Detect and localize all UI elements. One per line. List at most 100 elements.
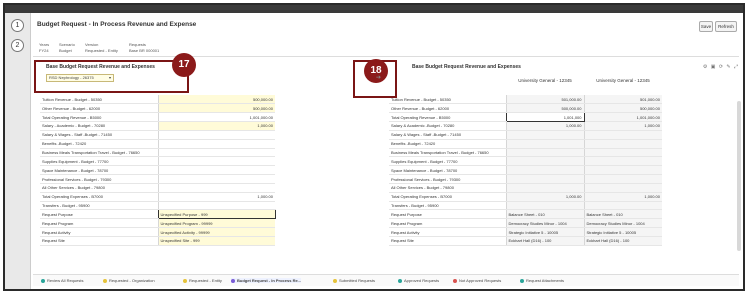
cell-value[interactable] (505, 148, 584, 158)
pov-years[interactable]: Years FY24 (39, 42, 49, 54)
status-dot-icon (398, 278, 402, 283)
cell-value[interactable] (583, 174, 662, 184)
pov-requests[interactable]: Requests Base BR 000001 (129, 42, 159, 54)
cell-value[interactable]: 500,000.00 (505, 103, 584, 114)
cell-value[interactable] (583, 183, 662, 193)
tab-0[interactable]: Review All Requests (41, 278, 83, 283)
cell-value[interactable]: Balance Sheet - 010 (583, 209, 662, 220)
cell-value[interactable]: 1,001,000 (505, 112, 585, 123)
cell-input[interactable] (157, 148, 275, 158)
cell-input[interactable]: 1,000.00 (157, 192, 275, 202)
cell-input[interactable]: 1,000.00 (157, 121, 275, 131)
cell-value[interactable] (583, 156, 662, 167)
cell-input[interactable] (157, 174, 275, 184)
table-row: Total Operating Expenses - B7000 1,000.00… (389, 192, 662, 202)
table-row: Request Site Unspecified Site - 999 (40, 236, 275, 246)
tab-2[interactable]: Requested - Entity (183, 278, 222, 283)
cell-input[interactable]: Unspecified Site - 999 (157, 236, 275, 246)
row-label: Supplies Equipment - Budget - 77700 (40, 156, 158, 167)
cell-value[interactable]: Democracy Studies Minor - 1004 (505, 218, 584, 229)
panel-toolbar-icons[interactable]: ⚙ ▣ ⟳ ✎ ⤢ (703, 64, 739, 70)
tab-1[interactable]: Requested - Organization (103, 278, 155, 283)
row-label: Professional Services - Budget - 79300 (40, 174, 158, 184)
cell-value[interactable]: 1,000.00 (505, 121, 584, 131)
cell-value[interactable]: 1,000.00 (583, 192, 662, 202)
cell-value[interactable]: Strategic Initiative 5 - 10005 (505, 227, 584, 237)
column-header-1: University General - 12345 (518, 78, 572, 83)
cell-value[interactable] (583, 201, 662, 211)
cell-input[interactable]: Unspecified Purpose - 999 (157, 209, 276, 220)
tab-4[interactable]: Submitted Requests (333, 278, 375, 283)
cell-input[interactable]: 1,001,000.00 (157, 112, 275, 123)
cell-input[interactable]: 500,000.00 (157, 95, 275, 105)
cell-input[interactable] (157, 130, 275, 140)
row-label: Salary & Wages - Staff -Budget - 71450 (40, 130, 158, 140)
cell-value[interactable] (505, 139, 584, 149)
cell-value[interactable] (505, 130, 584, 140)
row-label: Request Purpose (40, 209, 158, 220)
cell-value[interactable]: Eckhart Hall (D16) - 100 (505, 236, 584, 246)
cell-value[interactable] (505, 183, 584, 193)
save-button[interactable]: Save (699, 21, 713, 32)
cell-value[interactable]: Eckhart Hall (D16) - 100 (583, 236, 662, 246)
row-label: Tuition Revenue - Budget - 50350 (40, 95, 158, 105)
cell-value[interactable]: Democracy Studies Minor - 1004 (583, 218, 662, 229)
refresh-button[interactable]: Refresh (715, 21, 737, 32)
row-label: Benefits -Budget - 72420 (389, 139, 506, 149)
cell-value[interactable]: 501,000.00 (583, 95, 662, 105)
vertical-scrollbar[interactable] (737, 101, 741, 251)
table-row: Other Revenue - Budget - 62000 500,000.00… (389, 103, 662, 114)
row-label: All Other Services - Budget - 79800 (389, 183, 506, 193)
bottom-tab-bar: Review All Requests Requested - Organizat… (33, 274, 739, 286)
cell-value[interactable] (583, 130, 662, 140)
row-label: Other Revenue - Budget - 62000 (40, 103, 158, 114)
cell-input[interactable] (157, 201, 275, 211)
cell-input[interactable] (157, 139, 275, 149)
cell-value[interactable] (505, 201, 584, 211)
cell-value[interactable] (583, 139, 662, 149)
table-row: Business Meals Transportation Travel - B… (389, 148, 662, 158)
cell-input[interactable]: 500,000.00 (157, 103, 275, 114)
cell-input[interactable] (157, 183, 275, 193)
cell-value[interactable] (583, 165, 662, 176)
tab-label: Requested - Organization (109, 278, 155, 283)
cell-value[interactable]: 1,001,000.00 (583, 112, 662, 123)
row-label: Request Purpose (389, 209, 506, 220)
tab-label: Requested - Entity (189, 278, 222, 283)
pov-scenario[interactable]: Scenario Budget (59, 42, 75, 54)
row-label: Space Maintenance - Budget - 78700 (389, 165, 506, 176)
tab-3[interactable]: Budget Request - In Process Re... (231, 278, 302, 283)
cell-input[interactable]: Unspecified Program - 99999 (157, 218, 275, 229)
cell-value[interactable]: 501,000.00 (505, 95, 584, 105)
tab-label: Review All Requests (47, 278, 84, 283)
pov-version[interactable]: Version Requested - Entity (85, 42, 118, 54)
table-row: Professional Services - Budget - 79300 (389, 174, 662, 184)
cell-value[interactable]: Balance Sheet - 010 (505, 209, 584, 220)
cell-value[interactable]: 1,000.00 (583, 121, 662, 131)
step-marker-1: 1 (11, 19, 24, 32)
row-label: Professional Services - Budget - 79300 (389, 174, 506, 184)
table-row: Other Revenue - Budget - 62000 500,000.00 (40, 103, 275, 114)
table-row: Request Purpose Balance Sheet - 010 Balanc… (389, 209, 662, 220)
cell-value[interactable] (505, 165, 584, 176)
cell-input[interactable] (157, 156, 275, 167)
cell-input[interactable] (157, 165, 275, 176)
table-row: Transfers - Budget - 95900 (40, 201, 275, 211)
cell-value[interactable]: Strategic Initiative 5 - 10005 (583, 227, 662, 237)
cell-value[interactable] (505, 174, 584, 184)
cell-value[interactable] (583, 148, 662, 158)
cell-value[interactable]: 1,000.00 (505, 192, 584, 202)
cell-input[interactable]: Unspecified Activity - 99999 (157, 227, 275, 237)
cell-value[interactable] (505, 156, 584, 167)
tab-7[interactable]: Request Attachments (520, 278, 564, 283)
table-row: Request Program Democracy Studies Minor -… (389, 218, 662, 229)
row-label: Transfers - Budget - 95900 (389, 201, 506, 211)
tab-6[interactable]: Not Approved Requests (453, 278, 501, 283)
form-titlebar: Budget Request - In Process Revenue and … (33, 17, 739, 33)
table-row: Request Site Eckhart Hall (D16) - 100 Eckh… (389, 236, 662, 246)
callout-highlight-17 (34, 60, 189, 93)
tab-5[interactable]: Approved Requests (398, 278, 439, 283)
arrow-right-icon[interactable]: ➔ (376, 74, 381, 81)
row-label: Total Operating Revenue - B5000 (40, 112, 158, 123)
cell-value[interactable]: 500,000.00 (583, 103, 662, 114)
